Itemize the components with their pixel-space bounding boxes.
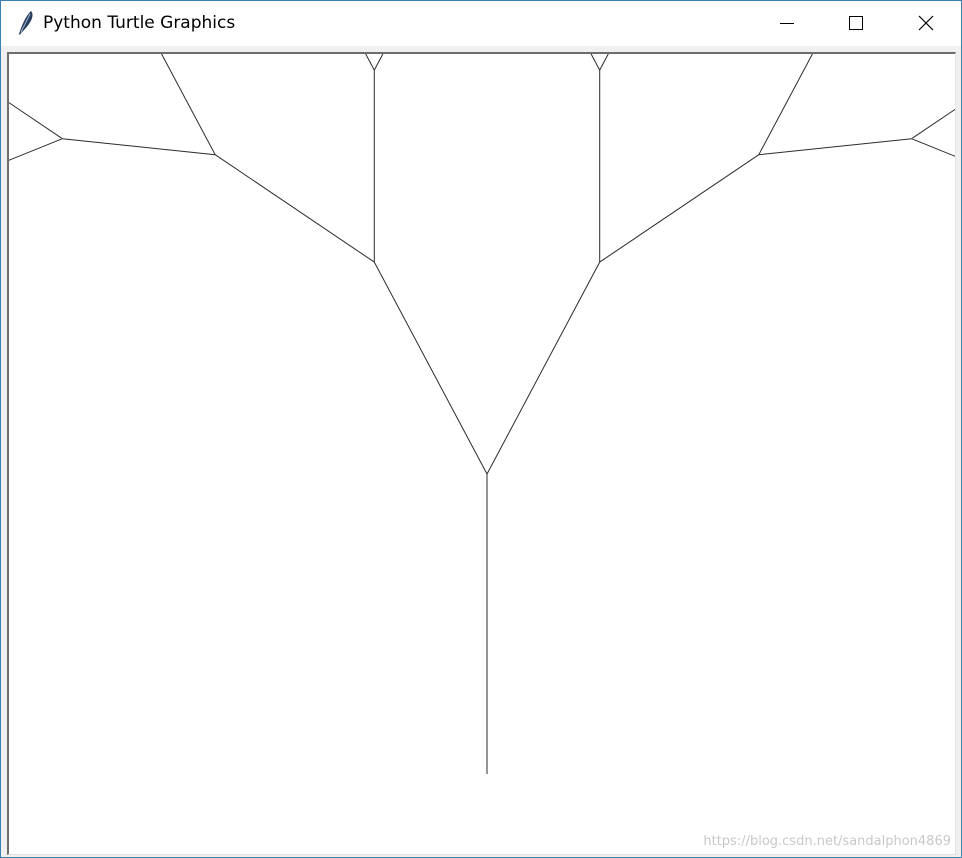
watermark: https://blog.csdn.net/sandalphon4869 [703,834,951,849]
minimize-button[interactable] [764,1,810,46]
title-bar[interactable]: Python Turtle Graphics [1,1,961,46]
feather-icon [19,11,33,35]
turtle-canvas[interactable]: https://blog.csdn.net/sandalphon4869 [7,52,956,855]
tree-branches [9,54,955,774]
close-icon [918,15,934,31]
maximize-button[interactable] [833,1,879,46]
window-title: Python Turtle Graphics [43,13,236,33]
maximize-icon [849,16,863,30]
close-button[interactable] [903,1,949,46]
minimize-icon [780,23,794,24]
fractal-tree-drawing [9,54,955,774]
app-window: Python Turtle Graphics https://blog.csdn… [0,0,962,858]
